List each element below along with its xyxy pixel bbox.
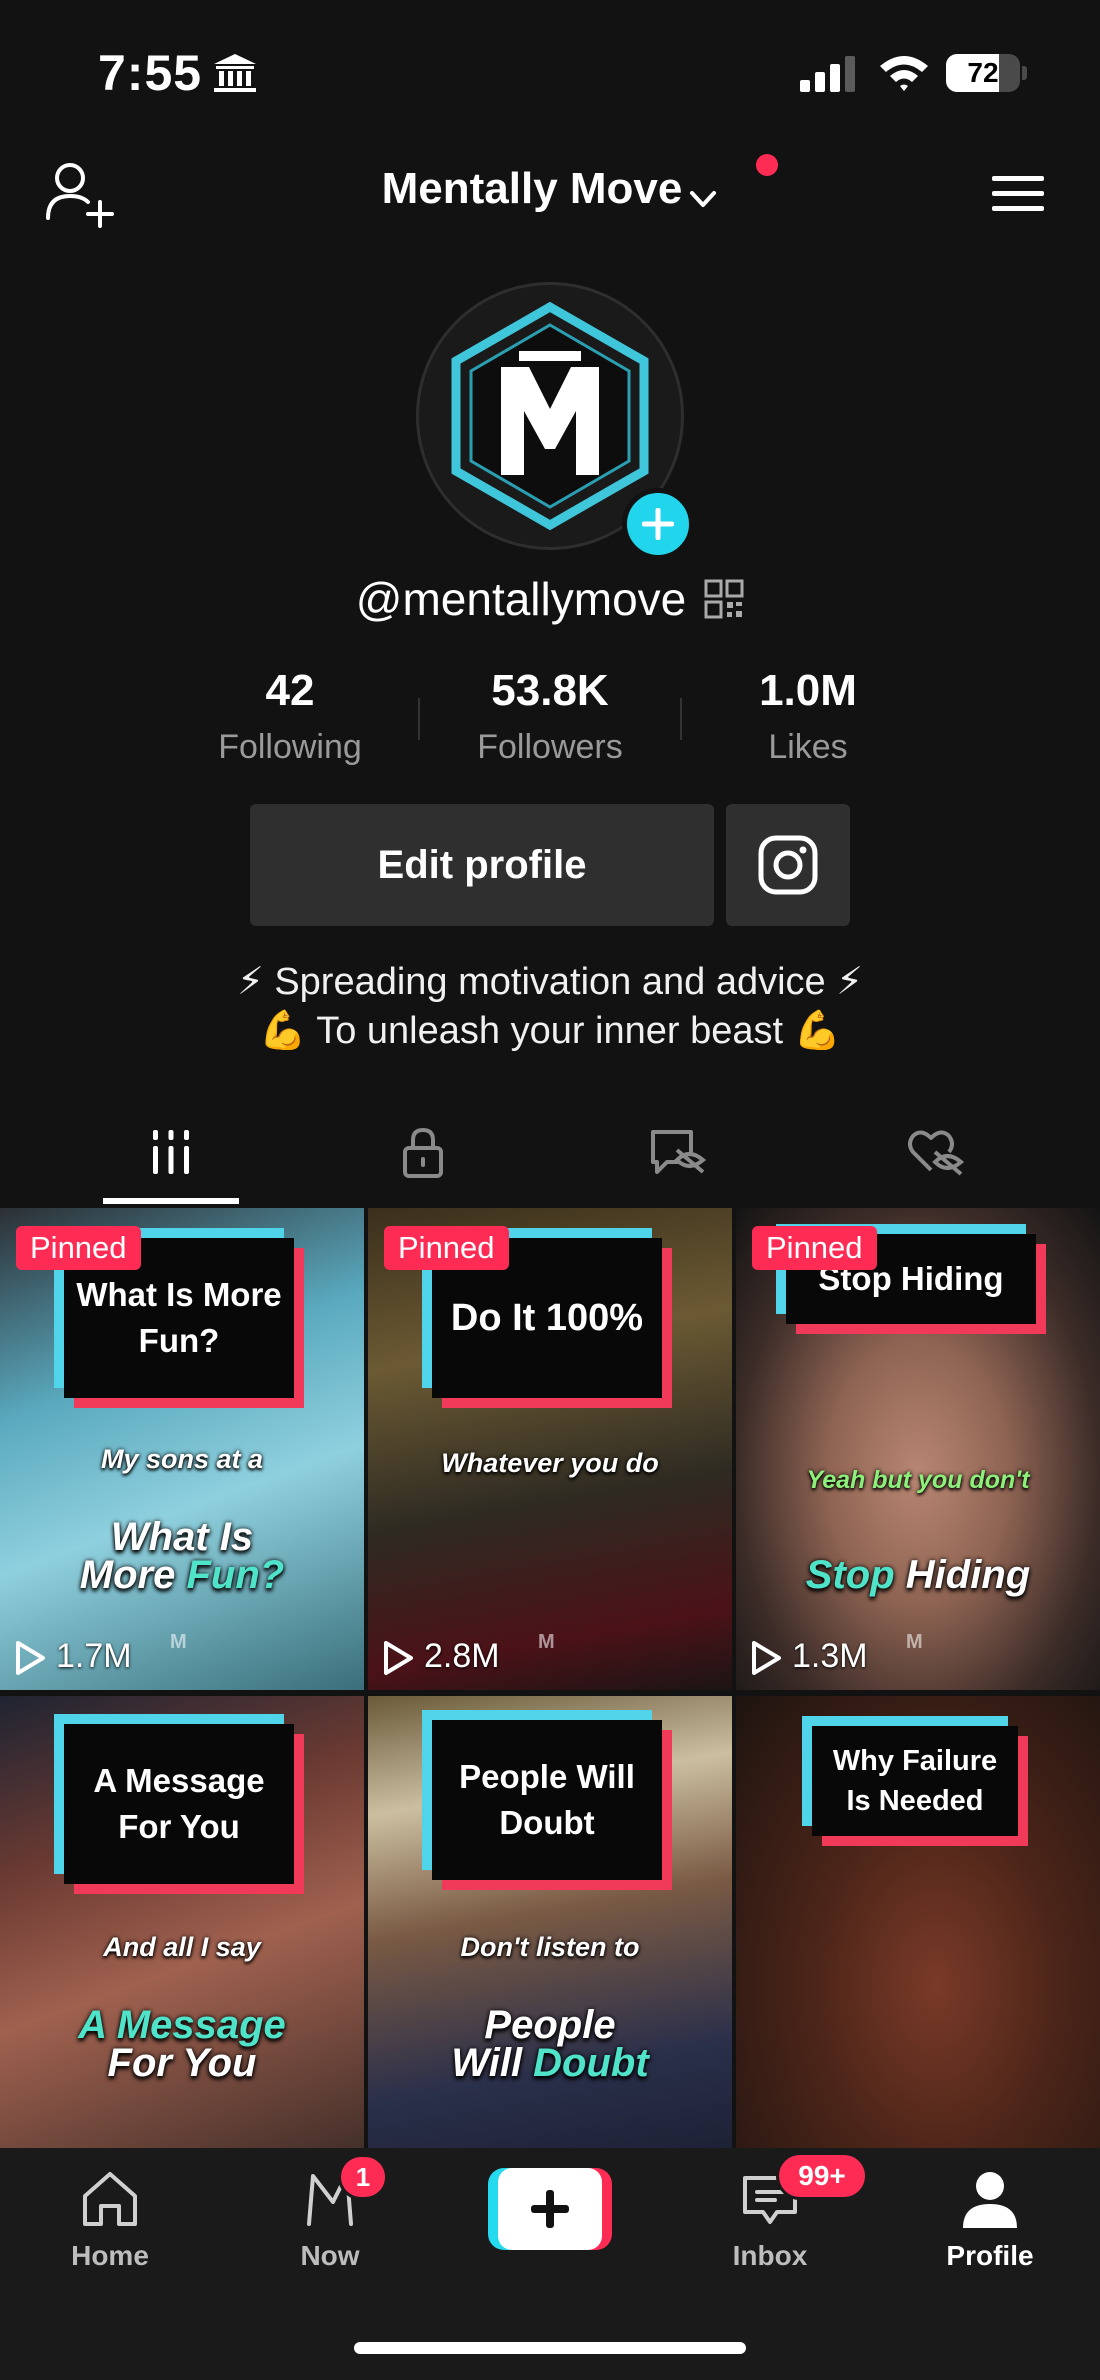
home-indicator[interactable] (354, 2342, 746, 2354)
likes-count: 1.0M (759, 666, 857, 715)
following-label: Following (218, 728, 362, 766)
pinned-badge: Pinned (16, 1226, 141, 1270)
stat-divider (418, 698, 420, 740)
video-tile[interactable]: A Message For You And all I say A Messag… (0, 1696, 364, 2148)
tab-videos[interactable] (103, 1100, 239, 1200)
nav-label: Now (300, 2240, 360, 2271)
video-tile[interactable]: People Will Doubt Don't listen to People… (368, 1696, 732, 2148)
videos-grid-icon (153, 1130, 189, 1174)
video-caption: Whatever you do (441, 1448, 659, 1478)
view-count: 1.7M (14, 1634, 132, 1678)
instagram-icon (758, 835, 818, 895)
active-tab-indicator (103, 1198, 239, 1204)
liked-hidden-icon (908, 1130, 965, 1176)
now-notification-badge: 1 (338, 2154, 388, 2200)
likes-label: Likes (768, 728, 848, 766)
instagram-button[interactable] (726, 804, 850, 926)
account-name[interactable]: Mentally Move (382, 164, 683, 214)
edit-profile-button[interactable]: Edit profile (250, 804, 714, 926)
video-headline: People Will Doubt (451, 2003, 649, 2085)
bank-icon (214, 54, 256, 92)
view-count: 1.3M (750, 1634, 868, 1678)
nav-label: Inbox (732, 2240, 808, 2271)
battery-percentage: 72 (967, 57, 999, 88)
video-caption: And all I say (103, 1932, 261, 1962)
tab-liked[interactable] (865, 1100, 1001, 1200)
tab-private[interactable] (355, 1100, 491, 1200)
following-stat[interactable]: 42 Following (180, 666, 400, 767)
tab-reposts[interactable] (607, 1100, 743, 1200)
followers-label: Followers (477, 728, 623, 766)
video-caption: Yeah but you don't (806, 1466, 1030, 1494)
profile-icon (963, 2172, 1017, 2228)
video-tile[interactable]: Pinned Stop Hiding Yeah but you don't St… (736, 1208, 1100, 1690)
nav-home[interactable]: Home (40, 2166, 180, 2296)
account-switcher[interactable]: Mentally Move (0, 164, 1100, 214)
likes-stat[interactable]: 1.0M Likes (698, 666, 918, 767)
bio: ⚡ Spreading motivation and advice ⚡ 💪 To… (0, 958, 1100, 1056)
create-video-button[interactable] (488, 2168, 612, 2250)
menu-icon[interactable] (990, 170, 1046, 218)
followers-count: 53.8K (491, 666, 609, 715)
bio-line: 💪 To unleash your inner beast 💪 (259, 1010, 841, 1052)
video-grid: Pinned What Is More Fun? My sons at a Wh… (0, 1208, 1100, 2148)
video-tile[interactable]: Pinned Do It 100% Whatever you do 2.8M M (368, 1208, 732, 1690)
video-tile[interactable]: Pinned What Is More Fun? My sons at a Wh… (0, 1208, 364, 1690)
content-tabs (0, 1100, 1100, 1208)
view-count: 2.8M (382, 1634, 500, 1678)
watermark: M (170, 1631, 187, 1653)
nav-label: Home (71, 2240, 149, 2271)
wifi-icon (880, 56, 928, 91)
play-icon (16, 1641, 45, 1676)
play-icon (384, 1641, 413, 1676)
video-headline: A Message For You (78, 2003, 286, 2085)
video-tile[interactable]: Why Failure Is Needed 3308 M (736, 1696, 1100, 2148)
status-bar: 7:55 72 (0, 0, 1100, 130)
pinned-badge: Pinned (752, 1226, 877, 1270)
followers-stat[interactable]: 53.8K Followers (440, 666, 660, 767)
cellular-signal-icon (800, 56, 855, 92)
reposts-hidden-icon (651, 1130, 707, 1174)
battery-icon: 72 (946, 54, 1027, 92)
status-time: 7:55 (98, 45, 203, 101)
watermark: M (906, 1631, 923, 1653)
nav-profile[interactable]: Profile (920, 2166, 1060, 2296)
play-icon (752, 1641, 781, 1676)
video-caption: Don't listen to (460, 1932, 640, 1962)
qr-code-icon[interactable] (704, 579, 744, 619)
watermark: M (538, 1631, 555, 1653)
home-icon (83, 2172, 137, 2226)
video-title-card: People Will Doubt (422, 1710, 672, 1890)
lock-icon (403, 1127, 443, 1178)
video-caption: My sons at a (100, 1444, 264, 1474)
following-count: 42 (265, 666, 315, 715)
pinned-badge: Pinned (384, 1226, 509, 1270)
username: @mentallymove (355, 573, 687, 625)
nav-label: Profile (946, 2240, 1034, 2271)
video-headline: What Is More Fun? (79, 1515, 285, 1597)
inbox-notification-badge: 99+ (776, 2152, 868, 2200)
video-title-card: A Message For You (54, 1714, 304, 1894)
video-headline: Stop Hiding (805, 1553, 1031, 1597)
chevron-down-icon (690, 190, 717, 207)
bio-line: ⚡ Spreading motivation and advice ⚡ (237, 961, 863, 1003)
notification-dot (756, 154, 778, 176)
plus-icon (498, 2168, 602, 2250)
video-title-card: Why Failure Is Needed (802, 1716, 1028, 1846)
stat-divider (680, 698, 682, 740)
add-story-plus-icon[interactable] (622, 488, 694, 560)
